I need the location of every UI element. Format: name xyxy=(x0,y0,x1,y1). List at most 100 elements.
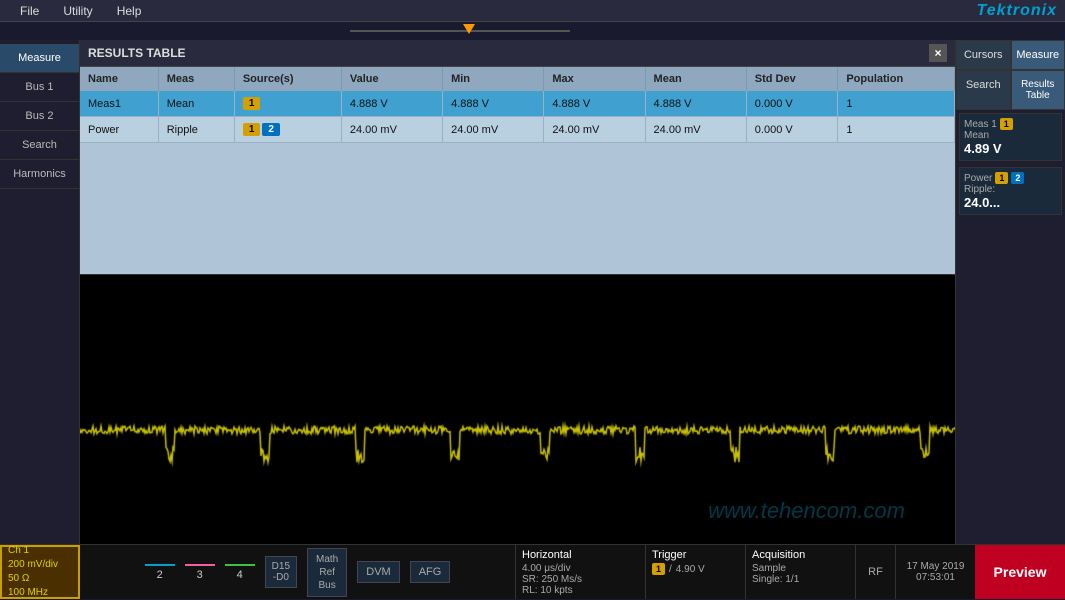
rf-button[interactable]: RF xyxy=(855,545,895,599)
horizontal-title: Horizontal xyxy=(522,549,639,561)
dvm-button[interactable]: DVM xyxy=(357,561,399,583)
meas1-value: 4.89 V xyxy=(964,141,1057,156)
power-type: Ripple: xyxy=(964,184,1057,195)
cursors-button[interactable]: Cursors xyxy=(956,40,1011,70)
trigger-icon: / xyxy=(669,564,672,575)
cell-sources: 1 xyxy=(234,91,341,117)
ch4-button[interactable]: 4 xyxy=(225,564,255,581)
results-table-header: RESULTS TABLE × xyxy=(80,40,955,67)
meas1-type: Mean xyxy=(964,130,1057,141)
power-card: Power 1 2 Ripple: 24.0... xyxy=(959,167,1062,215)
channel-buttons: 2 3 4 D15 -D0 Math Ref Bus DVM AFG xyxy=(80,545,515,599)
ch1-impedance: 50 Ω xyxy=(8,572,72,586)
ch4-line xyxy=(225,564,255,566)
cell-meas: Ripple xyxy=(158,117,234,143)
sidebar: Measure Bus 1 Bus 2 Search Harmonics xyxy=(0,40,80,544)
search-button[interactable]: Search xyxy=(956,70,1011,110)
col-max: Max xyxy=(544,67,645,91)
power-value: 24.0... xyxy=(964,195,1057,210)
acquisition-mode: Sample xyxy=(752,563,849,574)
trigger-line xyxy=(350,30,570,32)
cell-value: 4.888 V xyxy=(341,91,442,117)
cell-mean: 4.888 V xyxy=(645,91,746,117)
sidebar-item-search[interactable]: Search xyxy=(0,131,79,160)
horizontal-sr: SR: 250 Ms/s xyxy=(522,574,639,585)
meas1-card: Meas 1 1 Mean 4.89 V xyxy=(959,113,1062,161)
col-mean: Mean xyxy=(645,67,746,91)
waveform-canvas xyxy=(80,275,955,544)
cell-value: 24.00 mV xyxy=(341,117,442,143)
menu-utility[interactable]: Utility xyxy=(51,0,104,21)
trigger-level: 4.90 V xyxy=(676,564,705,575)
trigger-position-arrow xyxy=(463,24,475,34)
cell-sources: 12 xyxy=(234,117,341,143)
meas1-badge: 1 xyxy=(1000,118,1013,130)
results-table-title: RESULTS TABLE xyxy=(88,46,186,60)
results-table-button[interactable]: Results Table xyxy=(1011,70,1065,110)
col-stddev: Std Dev xyxy=(746,67,838,91)
acquisition-status[interactable]: Acquisition Sample Single: 1/1 xyxy=(745,545,855,599)
sidebar-item-bus1[interactable]: Bus 1 xyxy=(0,73,79,102)
table-body: Meas1 Mean 1 4.888 V 4.888 V 4.888 V 4.8… xyxy=(80,91,955,143)
brand-logo: Tektronix xyxy=(977,2,1057,20)
afg-button[interactable]: AFG xyxy=(410,561,451,583)
results-area: RESULTS TABLE × Name Meas Source(s) Valu… xyxy=(80,40,955,544)
ch2-button[interactable]: 2 xyxy=(145,564,175,581)
rp-bottom-buttons: Search Results Table xyxy=(956,70,1065,110)
acquisition-title: Acquisition xyxy=(752,549,849,561)
ch3-label: 3 xyxy=(197,569,203,581)
d15-button[interactable]: D15 -D0 xyxy=(265,556,297,588)
waveform-area: T C1 ⋮ www.tehencom.com xyxy=(80,274,955,544)
col-value: Value xyxy=(341,67,442,91)
math-ref-bus-button[interactable]: Math Ref Bus xyxy=(307,548,347,597)
ch2-label: 2 xyxy=(157,569,163,581)
menu-bar: File Utility Help Tektronix xyxy=(0,0,1065,22)
cell-stddev: 0.000 V xyxy=(746,91,838,117)
menu-help[interactable]: Help xyxy=(105,0,154,21)
preview-button[interactable]: Preview xyxy=(975,545,1065,599)
ch1-bandwidth: 100 MHz xyxy=(8,586,72,600)
col-min: Min xyxy=(443,67,544,91)
ch3-button[interactable]: 3 xyxy=(185,564,215,581)
close-button[interactable]: × xyxy=(929,44,947,62)
sidebar-item-bus2[interactable]: Bus 2 xyxy=(0,102,79,131)
table-row[interactable]: Power Ripple 12 24.00 mV 24.00 mV 24.00 … xyxy=(80,117,955,143)
col-name: Name xyxy=(80,67,158,91)
ch2-line xyxy=(145,564,175,566)
col-population: Population xyxy=(838,67,955,91)
cell-population: 1 xyxy=(838,91,955,117)
table-row[interactable]: Meas1 Mean 1 4.888 V 4.888 V 4.888 V 4.8… xyxy=(80,91,955,117)
cell-name: Meas1 xyxy=(80,91,158,117)
cell-population: 1 xyxy=(838,117,955,143)
cell-max: 4.888 V xyxy=(544,91,645,117)
date-label: 17 May 2019 xyxy=(907,561,965,572)
sidebar-item-harmonics[interactable]: Harmonics xyxy=(0,160,79,189)
cell-stddev: 0.000 V xyxy=(746,117,838,143)
ch1-vdiv: 200 mV/div xyxy=(8,558,72,572)
ch1-label: Ch 1 xyxy=(8,544,72,558)
power-badge1: 1 xyxy=(995,172,1008,184)
ch1-status[interactable]: Ch 1 200 mV/div 50 Ω 100 MHz xyxy=(0,545,80,599)
trigger-bar xyxy=(0,22,1065,40)
horizontal-tdiv: 4.00 μs/div xyxy=(522,563,639,574)
sidebar-item-measure[interactable]: Measure xyxy=(0,44,79,73)
main-content: Measure Bus 1 Bus 2 Search Harmonics RES… xyxy=(0,40,1065,544)
col-sources: Source(s) xyxy=(234,67,341,91)
power-badge2: 2 xyxy=(1011,172,1024,184)
trigger-status[interactable]: Trigger 1 / 4.90 V xyxy=(645,545,745,599)
menu-file[interactable]: File xyxy=(8,0,51,21)
cell-max: 24.00 mV xyxy=(544,117,645,143)
measure-button[interactable]: Measure xyxy=(1011,40,1065,70)
ch4-label: 4 xyxy=(237,569,243,581)
horizontal-status[interactable]: Horizontal 4.00 μs/div SR: 250 Ms/s RL: … xyxy=(515,545,645,599)
results-table: Name Meas Source(s) Value Min Max Mean S… xyxy=(80,67,955,274)
meas1-title: Meas 1 1 xyxy=(964,118,1057,130)
right-panel: Cursors Measure Search Results Table Mea… xyxy=(955,40,1065,544)
status-bar: Ch 1 200 mV/div 50 Ω 100 MHz 2 3 4 D15 -… xyxy=(0,544,1065,599)
cell-min: 24.00 mV xyxy=(443,117,544,143)
cell-mean: 24.00 mV xyxy=(645,117,746,143)
trigger-channel-badge: 1 xyxy=(652,563,665,575)
acquisition-count: Single: 1/1 xyxy=(752,574,849,585)
ch3-line xyxy=(185,564,215,566)
horizontal-rl: RL: 10 kpts xyxy=(522,585,639,596)
